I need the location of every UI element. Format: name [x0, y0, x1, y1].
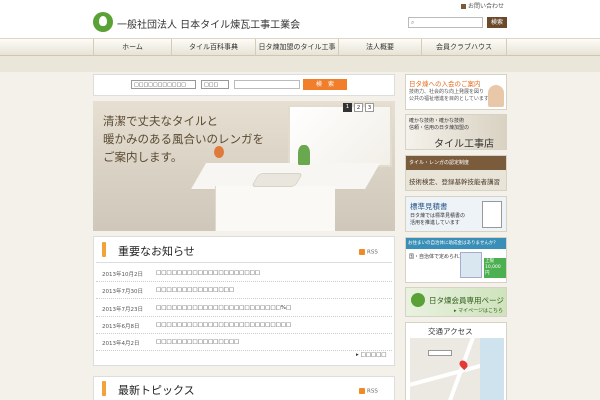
slider-page-1[interactable]: 1 — [343, 103, 352, 112]
news-row[interactable]: 2013年10月2日 □□□□□□□□□□□□□□□□□□□□ — [96, 266, 392, 282]
estimate-banner[interactable]: 標準見積書 日タ煉では標準見積書の 活用を推進しています — [405, 196, 507, 232]
slider-page-3[interactable]: 3 — [365, 103, 374, 112]
join-banner-text: 公共の福祉増進を目的としています — [409, 96, 489, 102]
region-select[interactable]: □□□ — [201, 80, 229, 89]
map-river — [480, 338, 504, 400]
contact-icon — [461, 4, 466, 9]
news-row[interactable]: 2013年6月8日 □□□□□□□□□□□□□□□□□□□□□□□□□□ — [96, 318, 392, 334]
license-banner[interactable]: タイル・レンガの認定制度 技術検定、登録基幹技能者講習 — [405, 155, 507, 191]
subsidy-badge: 上限 10,000円 — [484, 258, 506, 278]
news-link[interactable]: □□□□□□□□□□□□□□□□□□□□ — [156, 270, 260, 276]
category-select[interactable]: □□□□□□□□□□□ — [131, 80, 196, 89]
rss-icon — [359, 388, 365, 394]
site-search-input[interactable] — [408, 17, 483, 28]
hero-slider[interactable]: 清潔で丈夫なタイルと 暖かみのある風合いのレンガを ご案内します。 — [93, 101, 395, 231]
estimate-document-image — [482, 201, 502, 228]
news-link[interactable]: □□□□□□□□□□□□□□□ — [156, 287, 234, 293]
rss-label: RSS — [367, 388, 378, 395]
news-date: 2013年7月30日 — [102, 289, 143, 295]
member-logo-icon — [411, 293, 425, 307]
access-map[interactable] — [410, 338, 504, 400]
nav-item-corporate-profile[interactable]: 法人概要 — [339, 39, 422, 56]
subsidy-banner-text: 国・自治体で定められた — [409, 254, 465, 260]
member-page-link[interactable]: ▸ マイページはこちら — [454, 308, 503, 315]
logo-icon[interactable] — [93, 12, 113, 32]
news-date: 2013年4月2日 — [102, 341, 140, 347]
topics-title: 最新トピックス — [118, 384, 195, 397]
news-title: 重要なお知らせ — [118, 245, 195, 258]
global-nav: ホーム タイル百科事典 日タ煉加盟のタイル工事店 法人概要 会員クラブハウス — [0, 38, 600, 68]
news-row[interactable]: 2013年7月30日 □□□□□□□□□□□□□□□ — [96, 283, 392, 299]
hero-caption-line: 暖かみのある風合いのレンガを — [103, 132, 264, 146]
news-row[interactable]: 2013年4月2日 □□□□□□□□□□□□□□□□ — [96, 335, 392, 351]
search-icon: ⌕ — [411, 19, 415, 26]
contact-link[interactable]: お問い合わせ — [461, 1, 504, 10]
news-date: 2013年7月23日 — [102, 307, 143, 313]
hero-caption-line: 清潔で丈夫なタイルと — [103, 114, 218, 128]
news-divider — [96, 262, 392, 263]
tile-shop-banner[interactable]: 確かな技術・確かな技術 信頼・信用の日タ煉加盟の タイル工事店 — [405, 114, 507, 150]
news-date: 2013年10月2日 — [102, 272, 143, 278]
news-row[interactable]: 2013年7月23日 □□□□□□□□□□□□□□□□□□□□□□□□%□ — [96, 301, 392, 317]
site-search-button[interactable]: 検索 — [487, 17, 507, 28]
member-page-banner[interactable]: 日タ煉会員専用ページ ▸ マイページはこちら — [405, 287, 507, 317]
keyword-input[interactable] — [234, 80, 300, 89]
access-title: 交通アクセス — [428, 327, 473, 336]
slider-page-2[interactable]: 2 — [354, 103, 363, 112]
estimate-banner-title: 標準見積書 — [410, 202, 448, 211]
nav-item-tile-encyclopedia[interactable]: タイル百科事典 — [172, 39, 256, 56]
join-banner[interactable]: 日タ煉への入会のご案内 技術力、社会的な向上発展を図り 公共の福祉増進を目的とし… — [405, 74, 507, 110]
map-label-box — [428, 350, 452, 356]
news-title-bar — [102, 242, 106, 257]
license-banner-text: タイル・レンガの認定制度 — [409, 160, 470, 166]
tile-shop-title: タイル工事店 — [434, 139, 494, 150]
topics-title-bar — [102, 381, 106, 396]
member-page-title: 日タ煉会員専用ページ — [429, 296, 504, 305]
hero-caption: 清潔で丈夫なタイルと 暖かみのある風合いのレンガを ご案内します。 — [103, 112, 264, 166]
news-date: 2013年6月8日 — [102, 324, 140, 330]
news-rss-link[interactable]: RSS — [359, 249, 378, 256]
estimate-banner-text: 活用を推進しています — [410, 220, 460, 226]
estimate-banner-text: 日タ煉では標準見積書の — [410, 213, 466, 219]
join-banner-title: 日タ煉への入会のご案内 — [409, 80, 481, 88]
site-title[interactable]: 一般社団法人 日本タイル煉瓦工事工業会 — [117, 16, 300, 31]
contact-label: お問い合わせ — [468, 3, 505, 10]
nav-item-member-shops[interactable]: 日タ煉加盟のタイル工事店 — [256, 39, 339, 68]
site-header: 一般社団法人 日本タイル煉瓦工事工業会 お問い合わせ ⌕ 検索 — [0, 0, 600, 38]
subsidy-image — [460, 252, 482, 278]
subsidy-banner-title: お住まいの自治体に助成金はありませんか？ — [408, 241, 498, 246]
nav-item-home[interactable]: ホーム — [93, 39, 172, 56]
hero-caption-line: ご案内します。 — [103, 150, 183, 164]
sub-header-strip — [0, 56, 600, 72]
tile-shop-text: 確かな技術・確かな技術 — [409, 118, 465, 124]
tile-shop-text: 信頼・信用の日タ煉加盟の — [409, 125, 470, 131]
hero-cabinet — [215, 186, 335, 231]
nav-item-member-clubhouse[interactable]: 会員クラブハウス — [422, 39, 507, 56]
topics-rss-link[interactable]: RSS — [359, 388, 378, 395]
join-banner-text: 技術力、社会的な向上発展を図り — [409, 89, 485, 95]
receptionist-image — [488, 85, 504, 107]
access-panel: 交通アクセス — [405, 322, 507, 400]
rss-label: RSS — [367, 249, 378, 256]
keyword-search-button[interactable]: 検 索 — [303, 79, 347, 90]
hero-plant — [298, 145, 310, 165]
news-link[interactable]: □□□□□□□□□□□□□□□□ — [156, 339, 239, 345]
subsidy-banner[interactable]: お住まいの自治体に助成金はありませんか？ 国・自治体で定められた 上限 10,0… — [405, 237, 507, 283]
news-link[interactable]: □□□□□□□□□□□□□□□□□□□□□□□□□□ — [156, 322, 291, 328]
license-banner-title: 技術検定、登録基幹技能者講習 — [409, 178, 500, 186]
rss-icon — [359, 249, 365, 255]
news-link[interactable]: □□□□□□□□□□□□□□□□□□□□□□□□%□ — [156, 305, 291, 311]
news-list-link[interactable]: ▸ □□□□□ — [356, 352, 387, 358]
hero-sink — [250, 173, 304, 187]
